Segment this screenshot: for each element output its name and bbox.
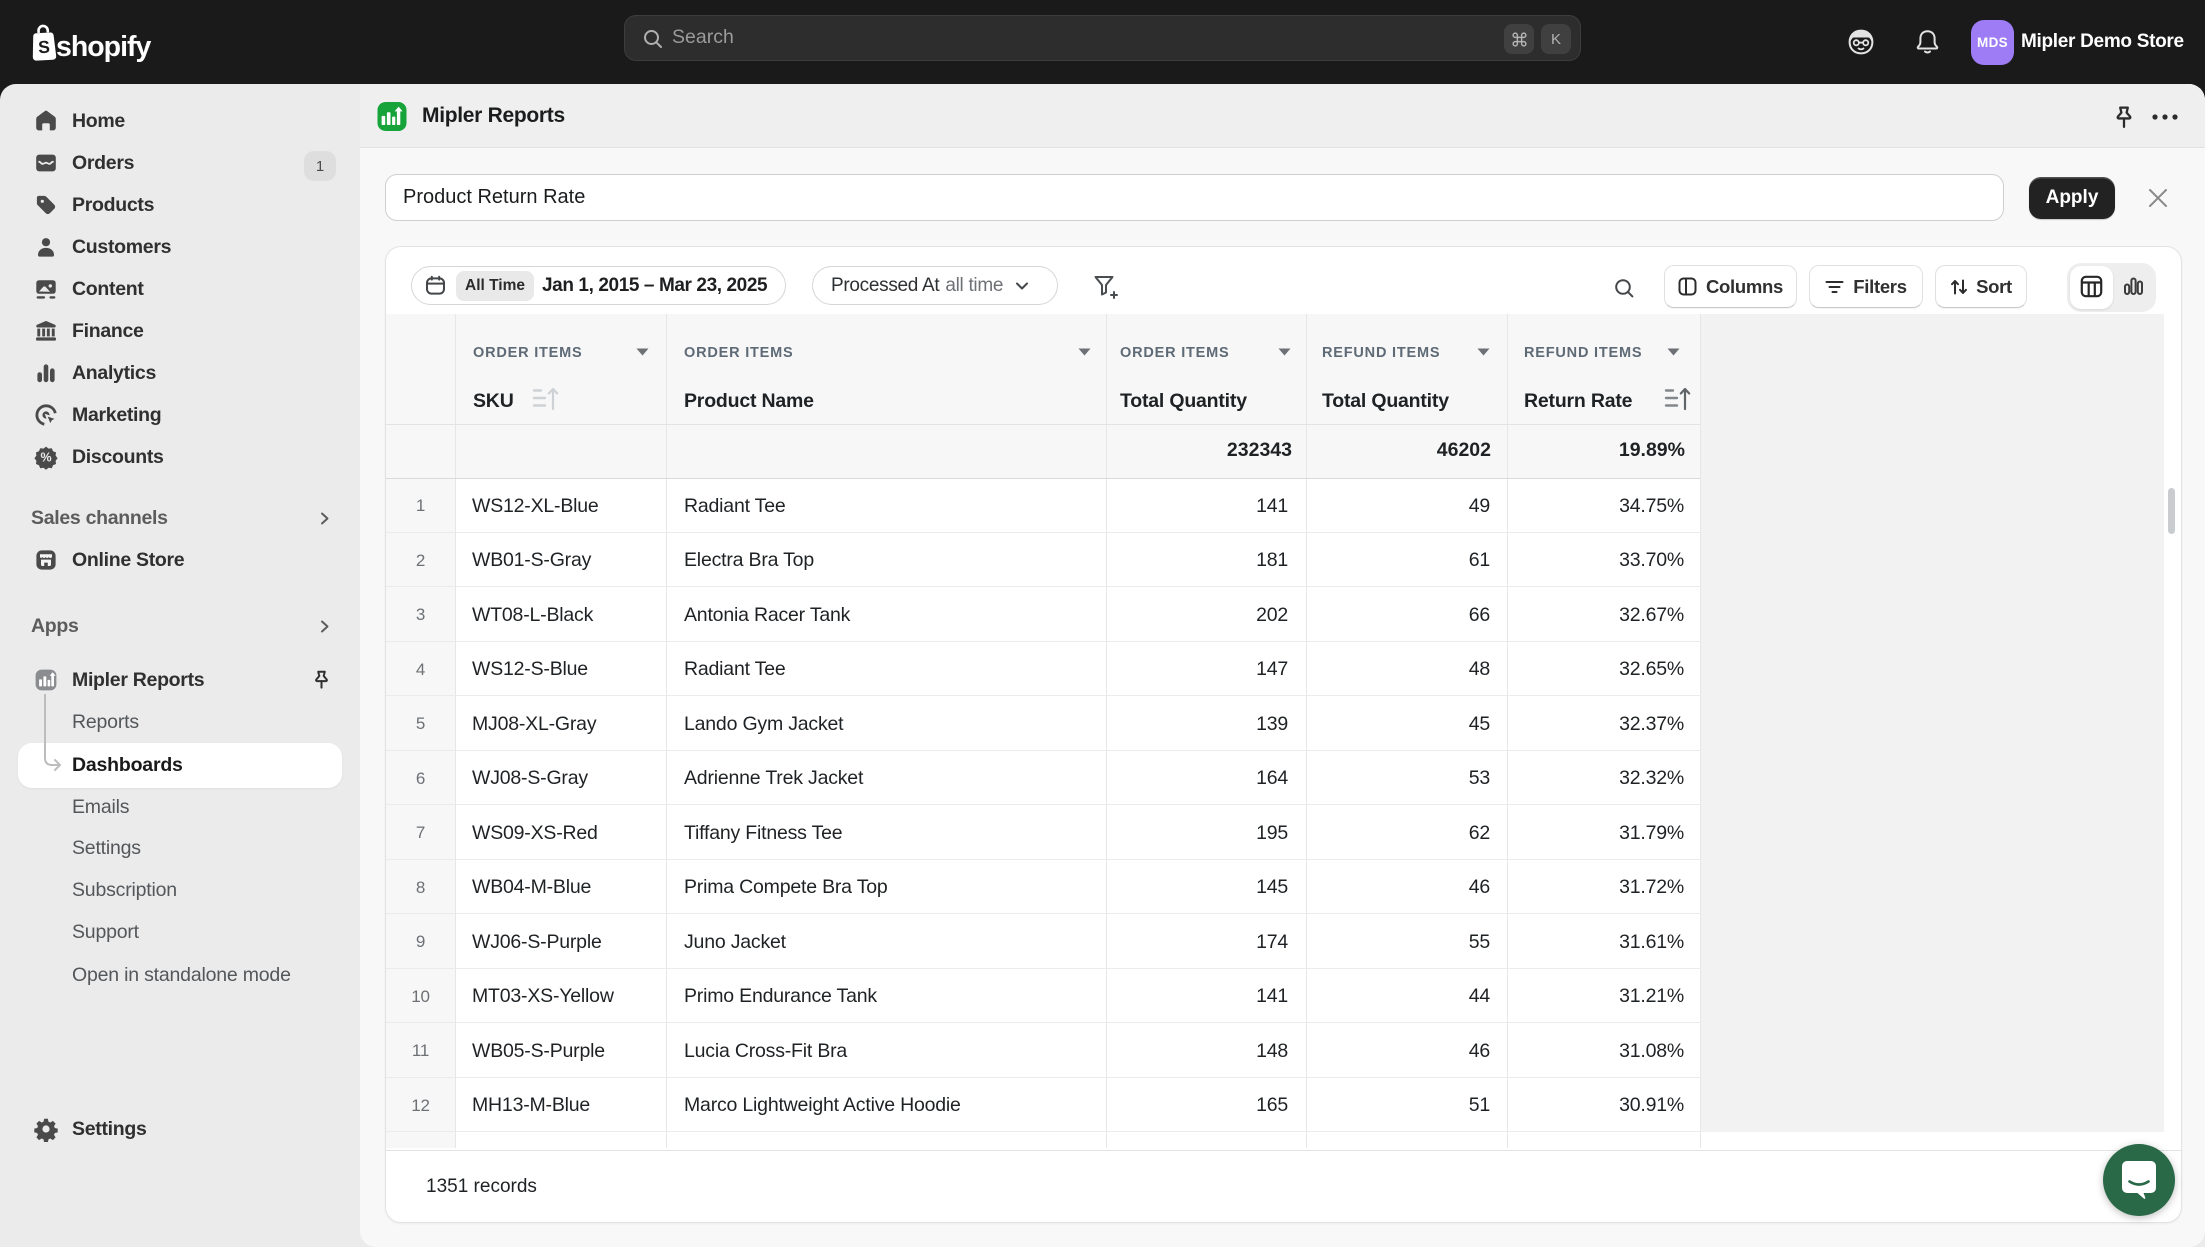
svg-text:shopify: shopify bbox=[56, 31, 151, 63]
svg-text:S: S bbox=[38, 37, 51, 58]
svg-text:%: % bbox=[40, 451, 51, 465]
